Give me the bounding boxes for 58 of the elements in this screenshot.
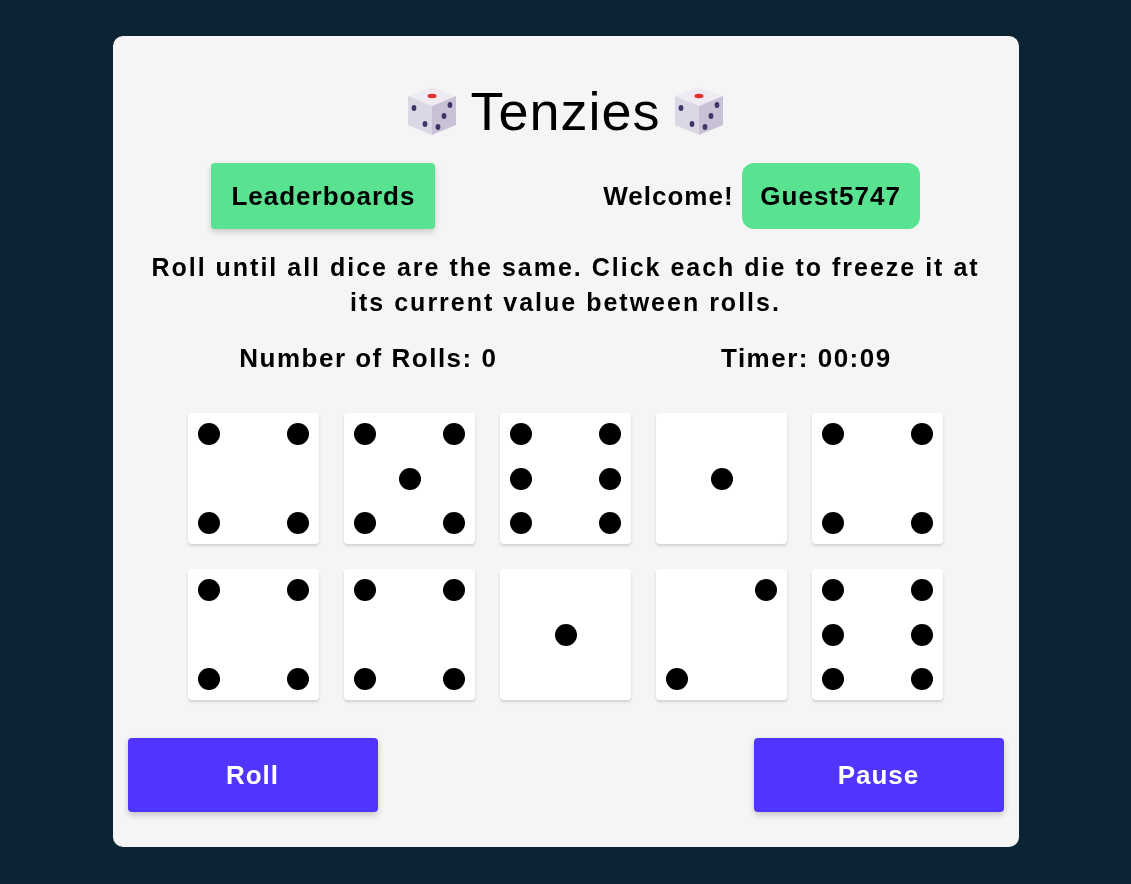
die[interactable] xyxy=(344,413,475,544)
pip-icon xyxy=(443,579,465,601)
pip-icon xyxy=(911,512,933,534)
pip-icon xyxy=(443,423,465,445)
roll-button[interactable]: Roll xyxy=(127,738,378,812)
pip-icon xyxy=(911,579,933,601)
pip-icon xyxy=(822,423,844,445)
pip-icon xyxy=(822,512,844,534)
die[interactable] xyxy=(500,569,631,700)
pip-icon xyxy=(354,668,376,690)
pip-icon xyxy=(198,579,220,601)
pip-icon xyxy=(510,512,532,534)
pause-button[interactable]: Pause xyxy=(753,738,1004,812)
pip-icon xyxy=(599,467,621,490)
die[interactable] xyxy=(344,569,475,700)
username-button[interactable]: Guest5747 xyxy=(741,163,920,229)
die[interactable] xyxy=(812,569,943,700)
pip-icon xyxy=(755,579,777,601)
pip-icon xyxy=(354,423,376,445)
die-icon xyxy=(406,86,459,136)
pip-icon xyxy=(398,467,421,490)
pip-icon xyxy=(287,423,309,445)
rolls-counter: Number of Rolls: 0 xyxy=(239,343,498,373)
pip-icon xyxy=(287,668,309,690)
pip-icon xyxy=(198,423,220,445)
leaderboards-button[interactable]: Leaderboards xyxy=(211,163,436,229)
pip-icon xyxy=(710,467,733,490)
instructions-text: Roll until all dice are the same. Click each die to freeze it at its current value between rolls. xyxy=(150,252,981,318)
pip-icon xyxy=(822,579,844,601)
pip-icon xyxy=(599,423,621,445)
die[interactable] xyxy=(812,413,943,544)
game-title: Tenzies xyxy=(470,81,661,141)
pip-icon xyxy=(287,512,309,534)
die-icon xyxy=(672,86,725,136)
die[interactable] xyxy=(656,569,787,700)
timer-text: Timer: 00:09 xyxy=(721,343,892,373)
pip-icon xyxy=(510,467,532,490)
pip-icon xyxy=(911,423,933,445)
welcome-text: Welcome! xyxy=(603,180,734,212)
pip-icon xyxy=(198,512,220,534)
pip-icon xyxy=(554,623,577,646)
pip-icon xyxy=(666,668,688,690)
pip-icon xyxy=(822,668,844,690)
pip-icon xyxy=(443,512,465,534)
pip-icon xyxy=(443,668,465,690)
die[interactable] xyxy=(188,413,319,544)
die[interactable] xyxy=(500,413,631,544)
pip-icon xyxy=(822,623,844,646)
pip-icon xyxy=(287,579,309,601)
pip-icon xyxy=(354,579,376,601)
die[interactable] xyxy=(188,569,319,700)
pip-icon xyxy=(198,668,220,690)
die[interactable] xyxy=(656,413,787,544)
pip-icon xyxy=(510,423,532,445)
pip-icon xyxy=(911,623,933,646)
pip-icon xyxy=(599,512,621,534)
pip-icon xyxy=(911,668,933,690)
pip-icon xyxy=(354,512,376,534)
